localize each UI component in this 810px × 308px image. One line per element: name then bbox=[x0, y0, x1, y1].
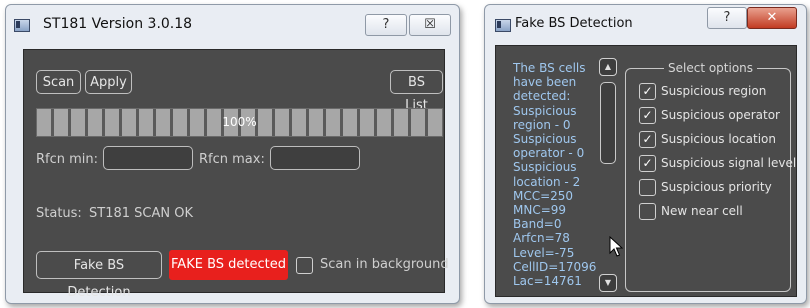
scan-button[interactable]: Scan bbox=[36, 70, 81, 94]
progress-text: 100% bbox=[222, 115, 257, 129]
status-label: Status: bbox=[36, 206, 82, 221]
app-icon bbox=[495, 19, 511, 32]
option-checkbox[interactable] bbox=[639, 203, 656, 220]
scroll-up-button[interactable]: ▲ bbox=[599, 58, 617, 76]
close-button[interactable]: ✕ bbox=[747, 7, 797, 29]
log-line: location - 2 bbox=[513, 174, 581, 189]
fake-bs-window-titlebar[interactable]: Fake BS Detection ? ✕ bbox=[485, 5, 806, 39]
option-checkbox[interactable]: ✓ bbox=[639, 131, 656, 148]
detection-log: The BS cells have been detected: Suspicious… bbox=[513, 61, 603, 291]
app-icon bbox=[14, 19, 30, 32]
close-button[interactable]: ☒ bbox=[409, 14, 451, 36]
scan-progress-bar: 100% bbox=[36, 108, 443, 137]
mouse-cursor-icon bbox=[609, 236, 623, 257]
main-panel: Scan Apply BS List 100% Rfcn min: Rfcn m… bbox=[23, 49, 449, 300]
fake-bs-window: Fake BS Detection ? ✕ The BS cells have b… bbox=[484, 4, 807, 304]
log-line: MCC=250 bbox=[513, 188, 574, 203]
scan-in-background-label: Scan in background bbox=[320, 257, 449, 272]
option-label: Suspicious region bbox=[661, 84, 767, 98]
fake-bs-panel: The BS cells have been detected: Suspicious… bbox=[495, 45, 797, 297]
select-options-title: Select options bbox=[664, 61, 758, 75]
apply-button[interactable]: Apply bbox=[85, 70, 132, 94]
log-line: Suspicious bbox=[513, 132, 577, 147]
rfcn-min-input[interactable] bbox=[103, 146, 193, 170]
log-line: Band=0 bbox=[513, 217, 562, 232]
log-line: Suspicious bbox=[513, 103, 577, 118]
fake-bs-detection-button[interactable]: Fake BS Detection bbox=[36, 251, 162, 300]
log-line: region - 0 bbox=[513, 117, 571, 132]
log-line: have been bbox=[513, 75, 577, 90]
main-window: ST181 Version 3.0.18 ? ☒ Scan Apply BS L… bbox=[5, 4, 460, 304]
option-checkbox[interactable]: ✓ bbox=[639, 83, 656, 100]
log-line: The BS cells bbox=[513, 61, 586, 75]
scroll-thumb[interactable] bbox=[600, 82, 616, 164]
log-line: MNC=99 bbox=[513, 203, 567, 218]
log-line: Arfcn=78 bbox=[513, 231, 570, 246]
status-value: ST181 SCAN OK bbox=[89, 206, 193, 221]
select-options-group: Select options ✓ Suspicious region ✓ Suspic… bbox=[625, 61, 796, 292]
rfcn-min-label: Rfcn min: bbox=[36, 152, 99, 167]
window-title: Fake BS Detection bbox=[515, 16, 633, 31]
option-checkbox[interactable]: ✓ bbox=[639, 107, 656, 124]
option-label: Suspicious priority bbox=[661, 180, 772, 194]
window-title: ST181 Version 3.0.18 bbox=[43, 16, 193, 32]
rfcn-max-label: Rfcn max: bbox=[199, 152, 265, 167]
help-button[interactable]: ? bbox=[365, 14, 407, 36]
log-line: operator - 0 bbox=[513, 146, 585, 161]
main-window-titlebar[interactable]: ST181 Version 3.0.18 ? ☒ bbox=[6, 5, 459, 39]
option-label: Suspicious operator bbox=[661, 108, 780, 122]
log-line: CellID=17096 bbox=[513, 259, 597, 274]
option-checkbox[interactable]: ✓ bbox=[639, 155, 656, 172]
option-label: Suspicious signal level bbox=[661, 156, 797, 170]
log-line: Level=-75 bbox=[513, 245, 575, 260]
option-label: New near cell bbox=[661, 204, 743, 218]
fake-bs-detected-indicator: FAKE BS detected bbox=[169, 250, 288, 280]
log-line: detected: bbox=[513, 89, 571, 104]
rfcn-max-input[interactable] bbox=[270, 146, 360, 170]
scroll-down-button[interactable]: ▼ bbox=[599, 274, 617, 292]
help-button[interactable]: ? bbox=[707, 7, 747, 29]
bs-list-button[interactable]: BS List bbox=[390, 70, 443, 113]
option-label: Suspicious location bbox=[661, 132, 776, 146]
log-line: Suspicious bbox=[513, 160, 577, 175]
scan-in-background-checkbox[interactable] bbox=[296, 257, 313, 274]
option-checkbox[interactable] bbox=[639, 179, 656, 196]
log-line: Lac=14761 bbox=[513, 274, 582, 289]
